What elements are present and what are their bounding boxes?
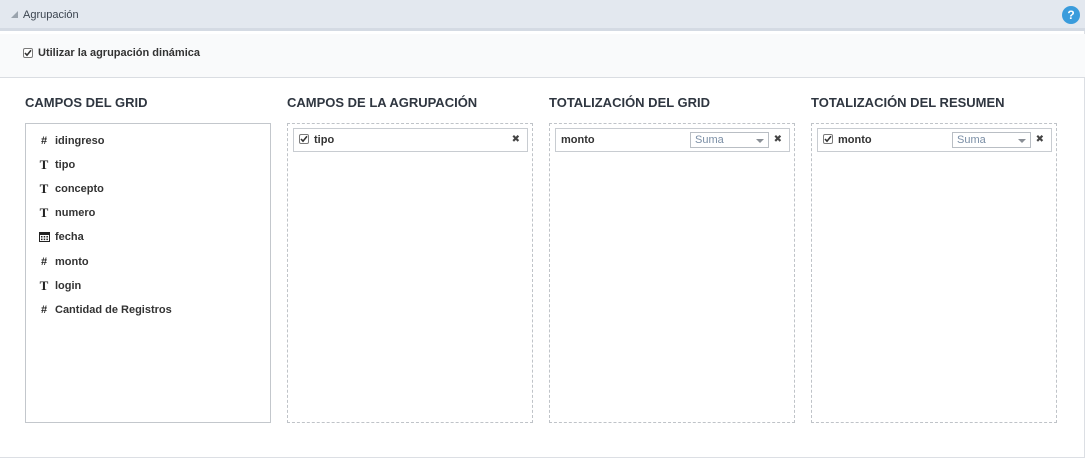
field-label: monto (55, 256, 89, 268)
grouping-field-checkbox[interactable] (299, 134, 309, 144)
chip-label: monto (561, 134, 595, 146)
chevron-down-icon (756, 139, 764, 143)
remove-icon[interactable]: ✖ (512, 134, 520, 145)
calendar-icon (38, 232, 50, 245)
select-value: Suma (695, 134, 724, 146)
field-label: Cantidad de Registros (55, 304, 172, 316)
grid-fields-list: # idingreso T tipo T concepto T numero f… (25, 123, 271, 423)
remove-icon[interactable]: ✖ (1036, 134, 1044, 145)
chip-label: monto (838, 134, 872, 146)
number-icon: # (40, 304, 48, 316)
grid-totals-title: TOTALIZACIÓN DEL GRID (549, 95, 711, 110)
collapse-triangle-icon[interactable] (11, 11, 18, 18)
text-icon: T (39, 205, 49, 220)
remove-icon[interactable]: ✖ (774, 134, 782, 145)
grouping-fields-title: CAMPOS DE LA AGRUPACIÓN (287, 95, 478, 110)
grouping-fields-dropzone[interactable]: tipo ✖ (287, 123, 533, 423)
grid-total-monto[interactable]: monto Suma ✖ (555, 128, 790, 152)
summary-total-checkbox[interactable] (823, 134, 833, 144)
summary-totals-dropzone[interactable]: monto Suma ✖ (811, 123, 1057, 423)
text-icon: T (39, 181, 49, 196)
number-icon: # (40, 256, 48, 268)
field-label: idingreso (55, 135, 105, 147)
field-label: concepto (55, 183, 104, 195)
chevron-down-icon (1018, 139, 1026, 143)
grouping-field-tipo[interactable]: tipo ✖ (293, 128, 528, 152)
text-icon: T (39, 278, 49, 293)
select-value: Suma (957, 134, 986, 146)
panel-title: Agrupación (23, 9, 79, 21)
text-icon: T (39, 157, 49, 172)
dynamic-grouping-checkbox[interactable] (23, 48, 33, 58)
grid-totals-dropzone[interactable]: monto Suma ✖ (549, 123, 795, 423)
dynamic-grouping-label[interactable]: Utilizar la agrupación dinámica (38, 47, 200, 59)
grid-fields-title: CAMPOS DEL GRID (25, 95, 148, 110)
aggregate-function-select[interactable]: Suma (952, 132, 1031, 148)
panel-header: Agrupación (0, 0, 1085, 31)
aggregate-function-select[interactable]: Suma (690, 132, 769, 148)
field-label: tipo (55, 159, 76, 171)
field-label: numero (55, 207, 96, 219)
field-label: fecha (55, 231, 84, 243)
help-button[interactable]: ? (1062, 6, 1080, 24)
chip-label: tipo (314, 134, 335, 146)
summary-total-monto[interactable]: monto Suma ✖ (817, 128, 1052, 152)
number-icon: # (40, 135, 48, 147)
field-label: login (55, 280, 82, 292)
summary-totals-title: TOTALIZACIÓN DEL RESUMEN (811, 95, 1005, 110)
options-bar: Utilizar la agrupación dinámica (0, 34, 1085, 78)
